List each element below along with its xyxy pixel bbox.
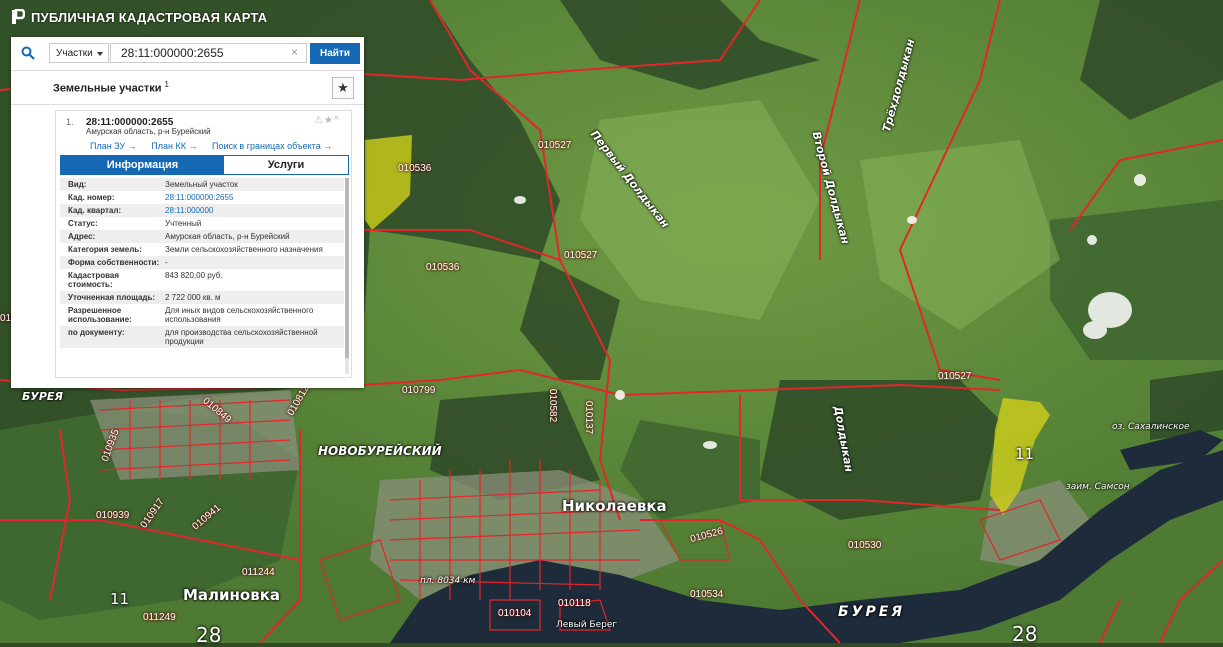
pkk-logo-icon bbox=[12, 9, 25, 24]
attr-row: Вид: Земельный участок bbox=[60, 178, 344, 191]
attr-row: Категория земель: Земли сельскохозяйствен… bbox=[68, 245, 323, 254]
parcel-label[interactable]: 010582 bbox=[547, 389, 558, 422]
parcel-label[interactable]: 010527 bbox=[938, 371, 971, 382]
place-label-malinovka: Малиновка bbox=[183, 586, 281, 604]
attr-row: Кадастровая стоимость: 843 820,00 руб. bbox=[68, 271, 223, 289]
search-icon[interactable] bbox=[21, 46, 35, 60]
parcel-address: Амурская область, р-н Бурейский bbox=[86, 127, 211, 136]
attr-row: Кад. номер: 28:11:000000:2655 bbox=[68, 193, 234, 202]
district-number: 11 bbox=[110, 590, 130, 608]
attr-row: Разрешенное использование: Для иных видов… bbox=[68, 306, 314, 324]
district-number: 28 bbox=[196, 623, 222, 647]
attr-row: Статус: Учтенный bbox=[68, 219, 202, 228]
parcel-attributes: Вид: Земельный участок Кад. номер: 28:11:0… bbox=[60, 178, 344, 376]
clear-icon[interactable]: × bbox=[291, 45, 298, 59]
parcel-label[interactable]: 010137 bbox=[583, 401, 594, 434]
parcel-card: 1. 28:11:000000:2655 Амурская область, р… bbox=[55, 110, 352, 378]
attributes-scrollbar[interactable] bbox=[345, 178, 349, 374]
parcel-label[interactable]: 010536 bbox=[426, 262, 459, 273]
results-header: Земельные участки 1 ★ bbox=[11, 70, 364, 105]
result-index: 1. bbox=[66, 117, 74, 127]
search-input[interactable] bbox=[110, 43, 307, 63]
parcel-label[interactable]: 011244 bbox=[242, 567, 275, 578]
info-tabs: Информация Услуги bbox=[60, 155, 349, 175]
attr-row: по документу: для производства сельскохоз… bbox=[60, 326, 344, 348]
scrollbar-thumb[interactable] bbox=[345, 178, 349, 358]
parcel-label[interactable]: 010536 bbox=[398, 163, 431, 174]
place-label-zaim-samson: заим. Самсон bbox=[1066, 482, 1130, 492]
district-number: 11 bbox=[1015, 445, 1035, 463]
parcel-label[interactable]: 010799 bbox=[402, 385, 435, 396]
parcel-label[interactable]: 010104 bbox=[498, 608, 531, 619]
attr-row: Кад. квартал: 28:11:000000 bbox=[60, 204, 344, 217]
results-title: Земельные участки 1 bbox=[53, 80, 169, 95]
place-label-nikolaevka: Николаевка bbox=[562, 497, 667, 515]
attr-row: Уточненная площадь: 2 722 000 кв. м bbox=[60, 291, 344, 304]
parcel-label[interactable]: 010530 bbox=[848, 540, 881, 551]
search-bar: Участки × Найти bbox=[11, 37, 364, 71]
attr-row: Адрес: Амурская область, р-н Бурейский bbox=[60, 230, 344, 243]
place-label-lake-sakhalinskoe: оз. Сахалинское bbox=[1112, 422, 1190, 432]
tab-services[interactable]: Услуги bbox=[224, 156, 348, 174]
tab-information[interactable]: Информация bbox=[61, 156, 224, 174]
parcel-label[interactable]: 010939 bbox=[96, 510, 129, 521]
place-label-leviy-bereg: Левый Берег bbox=[556, 620, 618, 630]
link-plan-zu[interactable]: План ЗУ → bbox=[90, 141, 137, 151]
place-label-pl-8034: пл. 8034 км bbox=[420, 576, 476, 586]
parcel-label[interactable]: 011249 bbox=[143, 612, 176, 623]
find-button[interactable]: Найти bbox=[310, 43, 360, 64]
attr-row: Форма собственности: - bbox=[60, 256, 344, 269]
parcel-label[interactable]: 010118 bbox=[558, 598, 591, 609]
parcel-label[interactable]: 010527 bbox=[538, 140, 571, 151]
search-type-dropdown[interactable]: Участки bbox=[49, 43, 109, 63]
results-count: 1 bbox=[164, 80, 169, 89]
link-plan-kk[interactable]: План КК → bbox=[151, 141, 197, 151]
card-action-icons[interactable]: ⚠★^ bbox=[314, 115, 340, 126]
parcel-label[interactable]: 010527 bbox=[564, 250, 597, 261]
river-label-bureya-west: БУРЕЯ bbox=[22, 390, 63, 403]
link-search-bounds[interactable]: Поиск в границах объекта → bbox=[212, 141, 332, 151]
app-header: ПУБЛИЧНАЯ КАДАСТРОВАЯ КАРТА bbox=[0, 0, 400, 34]
search-type-value: Участки bbox=[56, 48, 93, 59]
chevron-down-icon bbox=[97, 52, 103, 56]
search-panel: Участки × Найти Земельные участки 1 ★ 1.… bbox=[11, 37, 364, 388]
district-number: 28 bbox=[1012, 622, 1038, 646]
parcel-links: План ЗУ → План КК → Поиск в границах объ… bbox=[90, 141, 344, 151]
place-label-novobureysky: НОВОБУРЕЙСКИЙ bbox=[318, 444, 442, 458]
app-title: ПУБЛИЧНАЯ КАДАСТРОВАЯ КАРТА bbox=[31, 9, 268, 25]
parcel-label[interactable]: 010534 bbox=[690, 589, 723, 600]
river-label-bureya: БУРЕЯ bbox=[838, 604, 906, 620]
favorites-star-button[interactable]: ★ bbox=[332, 77, 354, 99]
